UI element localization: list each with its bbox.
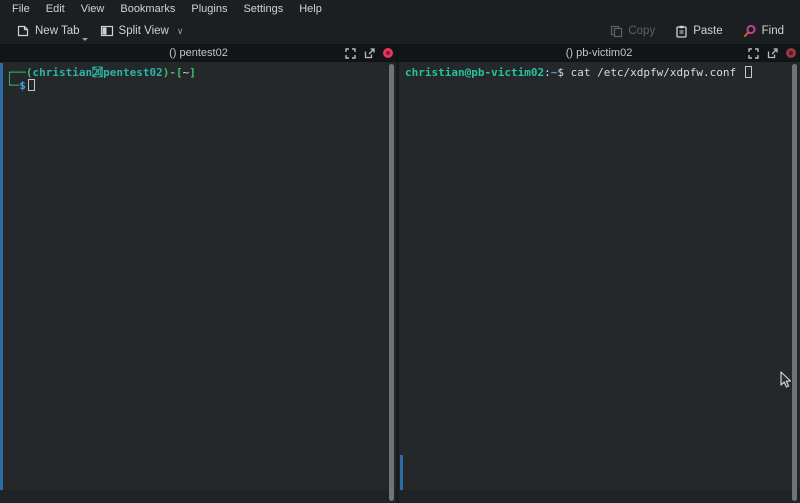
scrollbar-left-pane[interactable] [389, 64, 394, 501]
detach-tab-icon[interactable] [767, 48, 778, 59]
typed-command: cat /etc/xdpfw/xdpfw.conf [571, 66, 743, 79]
terminal-output-right: christian@pb-victim02:~$ cat /etc/xdpfw/… [399, 62, 800, 83]
prompt-frame: )-[ [163, 66, 183, 79]
new-tab-dropdown-caret[interactable] [82, 38, 88, 41]
new-tab-button[interactable]: New Tab [10, 21, 86, 41]
split-view-label: Split View [119, 25, 169, 37]
menu-bookmarks[interactable]: Bookmarks [112, 1, 183, 17]
tab-pb-victim02[interactable]: () pb-victim02 [397, 45, 800, 61]
terminal-cursor [745, 66, 752, 78]
close-icon [789, 51, 793, 55]
detach-tab-icon[interactable] [364, 48, 375, 59]
tab-title-pentest02: () pentest02 [169, 47, 228, 59]
close-tab-button[interactable] [383, 48, 393, 58]
tabbar: () pentest02 () pb-victim02 [0, 44, 800, 62]
prompt-frame: └─ [6, 79, 19, 92]
terminal-output-left: ┌──(christian㉉pentest02)-[~] └─$ [0, 62, 396, 96]
close-icon [386, 51, 390, 55]
new-tab-icon [16, 24, 30, 38]
split-view-button[interactable]: Split View ∨ [94, 21, 190, 41]
menu-settings[interactable]: Settings [235, 1, 291, 17]
menu-view[interactable]: View [73, 1, 113, 17]
prompt-user-host: christian@pb-victim02 [405, 66, 544, 79]
scrollbar-right-pane[interactable] [792, 64, 797, 501]
prompt-frame: ] [189, 66, 196, 79]
tab-title-pb-victim02: () pb-victim02 [566, 47, 633, 59]
new-tab-label: New Tab [35, 25, 80, 37]
close-tab-button[interactable] [786, 48, 796, 58]
menu-file[interactable]: File [4, 1, 38, 17]
paste-button[interactable]: Paste [669, 22, 728, 41]
paste-label: Paste [693, 25, 722, 37]
copy-label: Copy [628, 25, 655, 37]
prompt-char: $ [19, 79, 26, 92]
terminal-pane-pb-victim02[interactable]: christian@pb-victim02:~$ cat /etc/xdpfw/… [399, 62, 800, 503]
split-view-chevron-icon[interactable]: ∨ [177, 26, 184, 37]
menu-help[interactable]: Help [291, 1, 330, 17]
toolbar: New Tab Split View ∨ Copy [0, 18, 800, 44]
menu-plugins[interactable]: Plugins [183, 1, 235, 17]
terminal-cursor [28, 79, 35, 91]
menu-edit[interactable]: Edit [38, 1, 73, 17]
pane-focus-indicator [0, 63, 3, 490]
menubar: File Edit View Bookmarks Plugins Setting… [0, 0, 800, 18]
paste-icon [675, 25, 688, 38]
copy-icon [610, 25, 623, 38]
prompt-colon: : [544, 66, 551, 79]
find-button[interactable]: Find [737, 21, 790, 41]
prompt-frame: ┌──( [6, 66, 33, 79]
tab-pentest02[interactable]: () pentest02 [0, 45, 397, 61]
pane-focus-indicator [400, 455, 403, 490]
prompt-char: $ [557, 66, 570, 79]
terminal-split-area: ┌──(christian㉉pentest02)-[~] └─$ christi… [0, 62, 800, 503]
find-label: Find [762, 25, 784, 37]
terminal-pane-pentest02[interactable]: ┌──(christian㉉pentest02)-[~] └─$ [0, 62, 396, 503]
find-icon [743, 24, 757, 38]
maximize-view-icon[interactable] [345, 48, 356, 59]
prompt-user-host: christian㉉pentest02 [33, 66, 163, 79]
mouse-pointer-icon [779, 371, 792, 394]
maximize-view-icon[interactable] [748, 48, 759, 59]
copy-button[interactable]: Copy [604, 22, 661, 41]
split-view-icon [100, 24, 114, 38]
